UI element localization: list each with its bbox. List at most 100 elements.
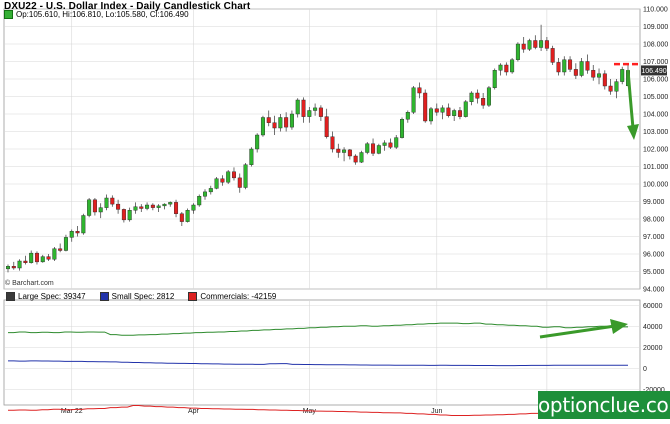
candle-body: [121, 209, 126, 221]
candle-body: [614, 81, 619, 92]
candle-body: [585, 61, 590, 71]
candle-body: [579, 61, 584, 76]
candle-body: [255, 134, 260, 150]
candle-body: [347, 149, 352, 157]
legend-label-large-spec: Large Spec: 39347: [18, 292, 86, 301]
legend-swatch-commercials: [188, 292, 198, 301]
candle-body: [318, 107, 323, 117]
candle-body: [272, 122, 277, 129]
cot-ytick-label: 20000: [643, 345, 663, 352]
legend-swatch-small-spec: [99, 292, 109, 301]
candle-body: [521, 43, 526, 50]
candle-body: [208, 188, 213, 193]
candle-body: [266, 117, 271, 123]
candle-body: [214, 178, 219, 189]
candle-body: [602, 73, 607, 87]
candle-body: [29, 252, 34, 263]
candle-body: [492, 70, 497, 88]
ohlc-readout: Op:105.610, Hi:106.810, Lo:105.580, Cl:1…: [4, 10, 189, 19]
candle-body: [463, 101, 468, 117]
legend-large-spec: Large Spec: 39347: [6, 292, 86, 301]
candle-body: [417, 87, 422, 94]
price-ytick-label: 98.000: [643, 217, 665, 224]
price-ytick-label: 103.000: [643, 129, 668, 136]
legend-small-spec: Small Spec: 2812: [99, 292, 175, 301]
cot-ytick-label: 40000: [643, 324, 663, 331]
candle-body: [608, 85, 613, 92]
candle-body: [573, 69, 578, 76]
candle-body: [504, 64, 509, 73]
candle-body: [550, 48, 555, 63]
candle-body: [510, 59, 515, 73]
candle-body: [17, 260, 22, 269]
price-ytick-label: 100.000: [643, 182, 668, 189]
price-ytick-label: 97.000: [643, 234, 665, 241]
candle-body: [539, 40, 544, 48]
candle-body: [46, 256, 51, 260]
cot-legend: Large Spec: 39347 Small Spec: 2812 Comme…: [6, 292, 276, 301]
candle-body: [365, 143, 370, 153]
cot-ytick-label: 60000: [643, 303, 663, 310]
candle-body: [52, 248, 57, 260]
candle-body: [481, 98, 486, 106]
candle-body: [289, 113, 294, 128]
candle-body: [405, 112, 410, 120]
price-ytick-label: 101.000: [643, 164, 668, 171]
legend-label-commercials: Commercials: -42159: [200, 292, 277, 301]
candle-body: [23, 260, 28, 263]
candle-body: [428, 108, 433, 122]
candle-body: [382, 142, 387, 146]
candle-body: [185, 210, 190, 222]
candle-body: [440, 107, 445, 113]
candle-body: [330, 136, 335, 150]
candle-body: [110, 197, 115, 205]
candle-body: [620, 69, 625, 82]
candle-body: [179, 213, 184, 222]
candle-body: [197, 196, 202, 206]
candle-body: [388, 142, 393, 148]
candle-body: [486, 87, 491, 106]
chart-container: 110.000 109.000 108.000 107.000 106.000 105.0…: [0, 0, 670, 419]
legend-label-small-spec: Small Spec: 2812: [111, 292, 175, 301]
candle-body: [562, 59, 567, 73]
candle-body: [40, 256, 45, 263]
candle-body: [394, 137, 399, 148]
candle-body: [411, 87, 416, 113]
candle-body: [295, 99, 300, 115]
price-ytick-label: 96.000: [643, 252, 665, 259]
candle-body: [168, 202, 173, 205]
candle-body: [527, 40, 532, 50]
candle-body: [533, 40, 538, 48]
candle-body: [324, 116, 329, 137]
candle-body: [313, 107, 318, 111]
legend-commercials: Commercials: -42159: [188, 292, 276, 301]
legend-swatch-large-spec: [6, 292, 15, 301]
candle-body: [237, 177, 242, 188]
price-ytick-label: 108.000: [643, 42, 668, 49]
candle-body: [133, 206, 138, 211]
candle-body: [249, 148, 254, 165]
candle-body: [231, 171, 236, 179]
candle-body: [220, 178, 225, 183]
candle-body: [591, 70, 596, 78]
candle-body: [353, 155, 358, 163]
copyright: © Barchart.com: [5, 280, 54, 287]
xtick-label: Apr: [188, 408, 200, 415]
price-ytick-label: 95.000: [643, 269, 665, 276]
candle-body: [191, 204, 196, 211]
chart-svg: 110.000 109.000 108.000 107.000 106.000 105.0…: [3, 7, 668, 416]
candle-body: [469, 92, 474, 102]
candle-body: [260, 117, 265, 136]
candle-body: [498, 64, 503, 71]
candle-body: [423, 92, 428, 122]
candle-body: [568, 59, 573, 70]
price-ytick-label: 110.000: [643, 7, 668, 14]
candle-body: [359, 152, 364, 163]
candle-body: [150, 204, 155, 208]
candle-body: [63, 237, 68, 251]
cot-series-line-2: [8, 405, 628, 416]
candle-body: [58, 248, 63, 251]
watermark-logo: optionclue.com: [538, 391, 670, 419]
candle-body: [11, 266, 16, 269]
last-price-text: 106.490: [641, 68, 666, 75]
